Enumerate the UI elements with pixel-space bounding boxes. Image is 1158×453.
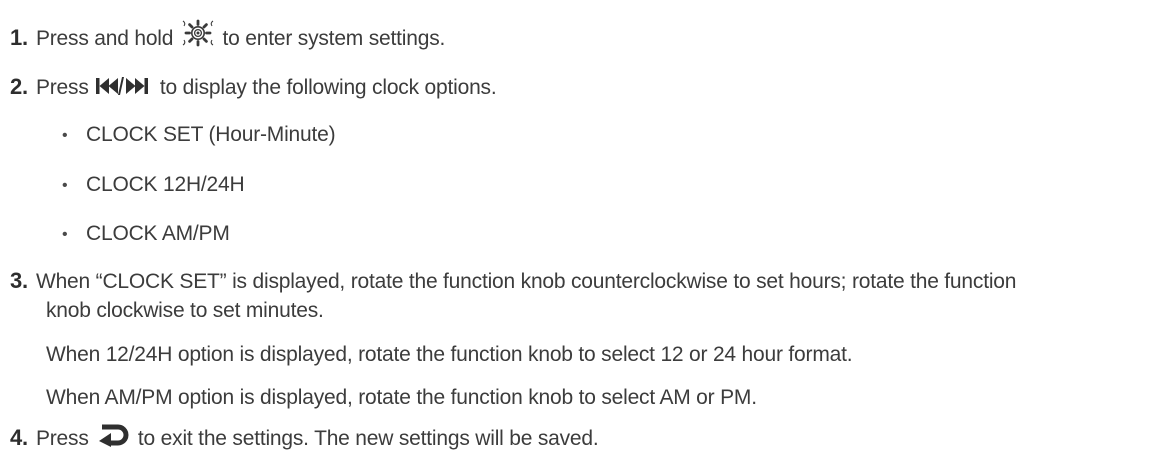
step-number: 1. (10, 25, 28, 50)
gear-icon (181, 18, 215, 48)
bullet-marker: • (62, 177, 68, 194)
bullet-marker: • (62, 226, 68, 243)
step-3: 3. When “CLOCK SET” is displayed, rotate … (10, 267, 1016, 296)
step-3-paragraph-3: When AM/PM option is displayed, rotate t… (46, 386, 757, 409)
bullet-marker: • (62, 127, 68, 144)
step-text-after: to enter system settings. (222, 27, 446, 50)
return-arrow-icon (96, 422, 130, 448)
list-item: CLOCK SET (Hour-Minute) (86, 123, 336, 146)
step-3-paragraph-2: When 12/24H option is displayed, rotate … (46, 343, 853, 366)
instruction-document: 1. Press and hold to enter system settin… (0, 0, 1158, 450)
step-text-after: to display the following clock options. (159, 76, 497, 99)
step-text-before: Press (35, 427, 89, 450)
step-text-line1: When “CLOCK SET” is displayed, rotate th… (35, 270, 1017, 293)
list-item: CLOCK 12H/24H (86, 173, 245, 196)
step-1: 1. Press and hold to enter system settin… (10, 20, 446, 54)
step-number: 4. (10, 425, 28, 450)
step-text-before: Press and hold (35, 27, 174, 50)
step-text-after: to exit the settings. The new settings w… (137, 427, 599, 450)
step-2: 2. Press to display the following clock o… (10, 73, 497, 102)
step-4: 4. Press to exit the settings. The new se… (10, 424, 599, 453)
step-number: 2. (10, 74, 28, 99)
step-text-before: Press (35, 76, 89, 99)
step-number: 3. (10, 268, 28, 293)
step-3-continuation: knob clockwise to set minutes. (46, 299, 324, 322)
list-item: CLOCK AM/PM (86, 222, 230, 245)
skip-prev-next-icon (95, 75, 153, 97)
